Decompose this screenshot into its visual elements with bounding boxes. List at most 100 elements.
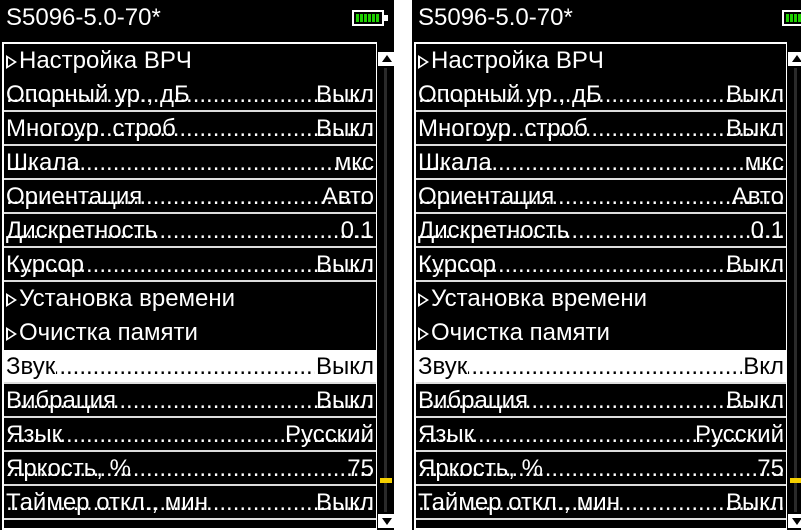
menu-item-value: Выкл (725, 251, 784, 278)
menu-item-text: Звук (6, 353, 56, 380)
scrollbar[interactable] (787, 42, 801, 530)
menu-item-label: Вибрация (418, 384, 529, 416)
menu-item[interactable]: Курсор..................................… (416, 248, 786, 282)
menu-item-label: Опорный ур., дБ (6, 78, 191, 110)
menu-item-label: Вибрация (6, 384, 117, 416)
menu-item-value: Выкл (314, 350, 374, 382)
menu-item-label: Звук (418, 350, 469, 382)
submenu-item[interactable]: Настройка ВРЧ (416, 44, 786, 78)
menu-item-label: Ориентация (418, 180, 555, 212)
menu-item-text: Настройка ВРЧ (19, 47, 192, 74)
menu-item-text: Многоур. строб (6, 115, 176, 142)
battery-level (786, 14, 801, 22)
submenu-arrow-icon (6, 293, 17, 307)
menu-item[interactable]: Ориентация..............................… (416, 180, 786, 214)
menu-item-text: Таймер откл., мин (418, 489, 620, 516)
menu-item-label: Язык (418, 418, 475, 450)
submenu-arrow-icon (6, 327, 17, 341)
menu-item-text: Звук (418, 353, 468, 380)
submenu-item[interactable]: Настройка ВРЧ (4, 44, 376, 78)
menu-item-label: Яркость, % (418, 452, 544, 484)
menu-item-value: Авто (321, 183, 374, 210)
menu-item-text: Курсор (418, 251, 497, 278)
menu-item-label: Настройка ВРЧ (6, 44, 193, 78)
right-screen: S5096-5.0-70* Настройка ВРЧ Опорный ур., … (412, 0, 801, 530)
scroll-track[interactable] (794, 68, 797, 512)
menu-item[interactable]: Таймер откл., мин.......................… (4, 486, 376, 520)
battery-level (356, 14, 380, 22)
menu-item[interactable]: Яркость, %..............................… (416, 452, 786, 486)
scroll-thumb[interactable] (380, 478, 392, 483)
menu-item[interactable]: Вибрация................................… (416, 384, 786, 418)
menu-item[interactable]: Опорный ур., дБ.........................… (4, 78, 376, 112)
menu-item[interactable]: Опорный ур., дБ.........................… (416, 78, 786, 112)
menu-item[interactable]: Многоур. строб..........................… (4, 112, 376, 146)
scroll-thumb[interactable] (790, 478, 801, 483)
menu-item[interactable]: Шкала...................................… (416, 146, 786, 180)
scrollbar[interactable] (377, 42, 394, 530)
scroll-down-icon[interactable] (788, 514, 801, 528)
probe-title: S5096-5.0-70* (418, 4, 573, 31)
menu-item[interactable]: Дискретность............................… (416, 214, 786, 248)
panel-divider (394, 0, 412, 530)
menu-item-text: Опорный ур., дБ (418, 81, 602, 108)
menu-item[interactable]: Шкала...................................… (4, 146, 376, 180)
menu-item-label: Установка времени (418, 282, 648, 316)
scroll-down-icon[interactable] (378, 514, 394, 528)
scroll-track[interactable] (384, 68, 387, 512)
left-screen: S5096-5.0-70* Настройка ВРЧ Опорный ур., … (0, 0, 394, 530)
submenu-item[interactable]: Установка времени (4, 282, 376, 316)
menu-list: Настройка ВРЧ Опорный ур., дБ............… (4, 44, 376, 520)
menu-item-value: Выкл (315, 115, 374, 142)
menu-item[interactable]: Звук....................................… (416, 350, 786, 384)
menu-item-label: Язык (6, 418, 63, 450)
header-bar: S5096-5.0-70* (0, 0, 394, 38)
menu-item-value: Выкл (725, 81, 784, 108)
battery-icon (352, 10, 388, 26)
menu-item[interactable]: Язык....................................… (4, 418, 376, 452)
menu-item[interactable]: Звук....................................… (4, 350, 376, 384)
menu-item-label: Яркость, % (6, 452, 132, 484)
menu-item[interactable]: Яркость, %..............................… (4, 452, 376, 486)
menu-item-value: Выкл (315, 387, 374, 414)
menu-item-value: 0.1 (340, 217, 374, 244)
header-bar: S5096-5.0-70* (412, 0, 801, 38)
menu-item[interactable]: Дискретность............................… (4, 214, 376, 248)
menu-item-text: Дискретность (418, 217, 570, 244)
menu-item-text: Таймер откл., мин (6, 489, 208, 516)
menu-item-label: Настройка ВРЧ (418, 44, 605, 78)
menu-item-text: Дискретность (6, 217, 158, 244)
menu-item-value: мкс (744, 149, 784, 176)
menu-item-label: Таймер откл., мин (6, 486, 209, 518)
battery-terminal (384, 15, 388, 21)
submenu-arrow-icon (418, 55, 429, 69)
scroll-up-icon[interactable] (788, 52, 801, 66)
menu-item-text: Курсор (6, 251, 85, 278)
menu-item-value: 75 (757, 455, 784, 482)
menu-item-value: Выкл (725, 115, 784, 142)
submenu-item[interactable]: Очистка памяти (416, 316, 786, 350)
submenu-arrow-icon (6, 55, 17, 69)
menu-item[interactable]: Вибрация................................… (4, 384, 376, 418)
menu-item-value: Выкл (315, 251, 374, 278)
menu-item[interactable]: Многоур. строб..........................… (416, 112, 786, 146)
menu-item[interactable]: Ориентация..............................… (4, 180, 376, 214)
menu-item-value: мкс (334, 149, 374, 176)
scroll-up-icon[interactable] (378, 52, 394, 66)
menu-item[interactable]: Таймер откл., мин.......................… (416, 486, 786, 520)
menu-item-value: 75 (347, 455, 374, 482)
submenu-arrow-icon (418, 293, 429, 307)
probe-title: S5096-5.0-70* (6, 4, 161, 31)
menu-item-text: Яркость, % (6, 455, 131, 482)
menu-item-label: Установка времени (6, 282, 236, 316)
menu-item-label: Звук (6, 350, 57, 382)
menu-item-label: Курсор (418, 248, 497, 280)
submenu-item[interactable]: Очистка памяти (4, 316, 376, 350)
menu-item-label: Опорный ур., дБ (418, 78, 603, 110)
menu-item-text: Язык (6, 421, 63, 448)
menu-item[interactable]: Язык....................................… (416, 418, 786, 452)
menu-item[interactable]: Курсор..................................… (4, 248, 376, 282)
submenu-item[interactable]: Установка времени (416, 282, 786, 316)
menu-item-text: Язык (418, 421, 475, 448)
menu-item-label: Многоур. строб (418, 112, 589, 144)
